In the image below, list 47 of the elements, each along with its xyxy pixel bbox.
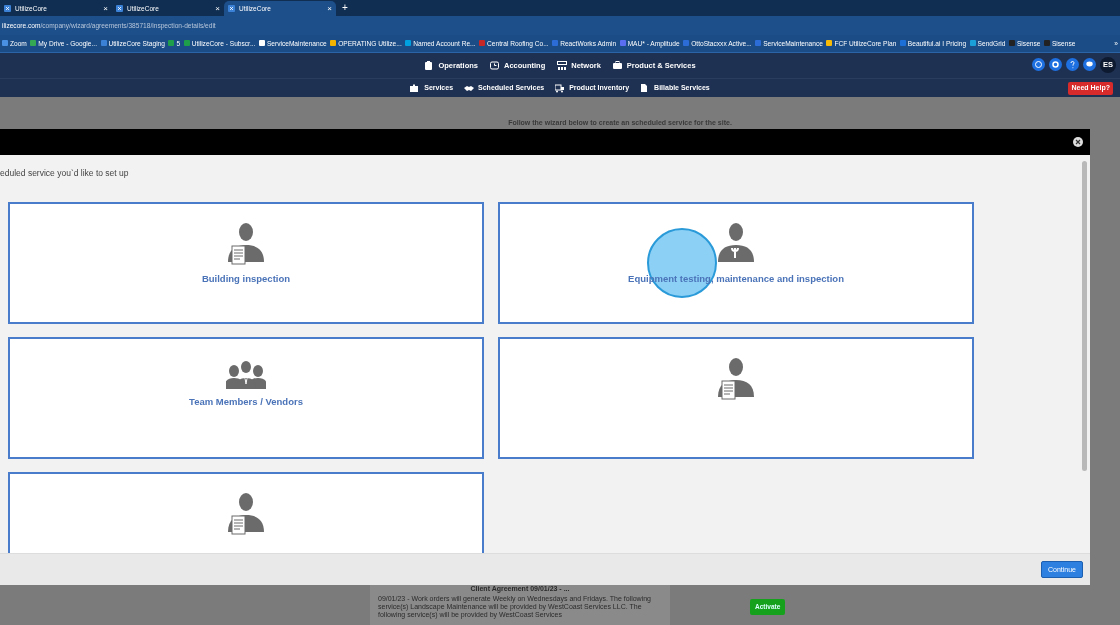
bookmark-icon [1043, 40, 1050, 47]
handshake-icon [464, 83, 475, 93]
bookmark-icon [826, 40, 833, 47]
bookmark-icon [183, 40, 190, 47]
option-card[interactable] [498, 336, 974, 459]
option-card[interactable]: Team Members / Vendors [8, 336, 484, 459]
bookmark-icon [619, 40, 626, 47]
bookmark-icon [1008, 40, 1015, 47]
clipboard-icon [424, 61, 435, 70]
close-icon[interactable] [1073, 137, 1083, 147]
bookmark-icon [969, 40, 976, 47]
org-chart-icon [557, 61, 568, 70]
inspector-icon [716, 356, 756, 401]
inspector-icon [226, 491, 266, 536]
bookmark-icon [330, 40, 337, 47]
bookmark-icon [2, 40, 8, 47]
bookmark-icon [552, 40, 559, 47]
kit-icon [410, 83, 421, 93]
option-label: Team Members / Vendors [189, 394, 303, 409]
option-card[interactable]: Building inspection [8, 201, 484, 324]
option-label: Building inspection [201, 271, 291, 286]
settings-icon[interactable] [1049, 58, 1062, 71]
bookmark-icon [258, 40, 265, 47]
bookmark-icon [479, 40, 486, 47]
chat-icon[interactable] [1083, 58, 1096, 71]
bookmark-icon [683, 40, 690, 47]
bookmark-icon [899, 40, 906, 47]
scrollbar-thumb[interactable] [1082, 161, 1087, 471]
help-icon[interactable] [1066, 58, 1079, 71]
inspector-icon [226, 221, 266, 266]
favicon-icon [228, 5, 235, 12]
download-icon[interactable] [1032, 58, 1045, 71]
close-icon[interactable]: × [215, 2, 220, 15]
bookmark-icon [755, 40, 762, 47]
bookmark-icon [168, 40, 175, 47]
close-icon[interactable]: × [327, 2, 332, 15]
bookmark-icon [405, 40, 412, 47]
bookmark-icon [30, 40, 37, 47]
favicon-icon [116, 5, 123, 12]
briefcase-icon [612, 61, 623, 70]
bookmark-icon [100, 40, 107, 47]
clock-icon [490, 61, 500, 70]
close-icon[interactable]: × [103, 2, 108, 15]
prompt-text: eduled service you`d like to set up [0, 167, 130, 180]
new-tab-button[interactable]: + [342, 0, 348, 15]
truck-icon [555, 83, 566, 93]
favicon-icon [4, 5, 11, 12]
